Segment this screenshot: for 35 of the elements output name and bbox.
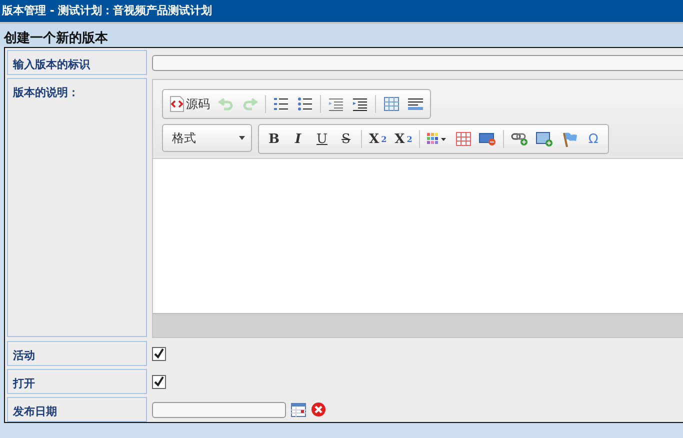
flag-icon — [562, 132, 577, 146]
caret-icon — [239, 136, 245, 140]
indent-icon — [353, 98, 367, 110]
field-label: 活动 — [7, 341, 147, 366]
bullet-list-icon — [298, 97, 312, 111]
date-field[interactable] — [152, 402, 286, 418]
link-icon — [511, 132, 528, 146]
redo-icon — [242, 97, 258, 111]
field-label: 打开 — [7, 369, 147, 394]
color-grid-icon — [427, 133, 448, 145]
horizontal-lines-icon — [408, 98, 422, 110]
input-field[interactable] — [152, 54, 683, 70]
format-button[interactable]: U — [310, 128, 334, 150]
form-heading: 创建一个新的版本 — [0, 22, 683, 47]
outdent-icon — [329, 98, 343, 110]
source-button[interactable]: 源码 — [166, 93, 214, 115]
format-dropdown[interactable]: 格式 — [162, 124, 252, 152]
special-character-button[interactable]: Ω — [581, 128, 606, 150]
calendar-icon[interactable] — [291, 402, 306, 416]
code-file-icon — [170, 96, 184, 112]
field-label: 输入版本的标识 — [7, 50, 147, 75]
window-title: 版本管理 - 测试计划：音视频产品测试计划 — [0, 0, 683, 22]
checkbox[interactable] — [152, 374, 166, 388]
format-button[interactable]: S — [334, 128, 358, 150]
format-button[interactable]: B — [262, 128, 286, 150]
table-icon — [384, 97, 398, 111]
table-icon — [456, 132, 471, 146]
image-icon — [536, 132, 554, 146]
checkbox[interactable] — [152, 346, 166, 360]
numbered-list-icon — [274, 97, 288, 111]
undo-icon — [218, 97, 234, 111]
clear-icon[interactable] — [311, 402, 326, 417]
field-label: 发布日期 — [7, 397, 147, 422]
format-button[interactable]: I — [286, 128, 310, 150]
field-label: 版本的说明： — [7, 78, 147, 337]
